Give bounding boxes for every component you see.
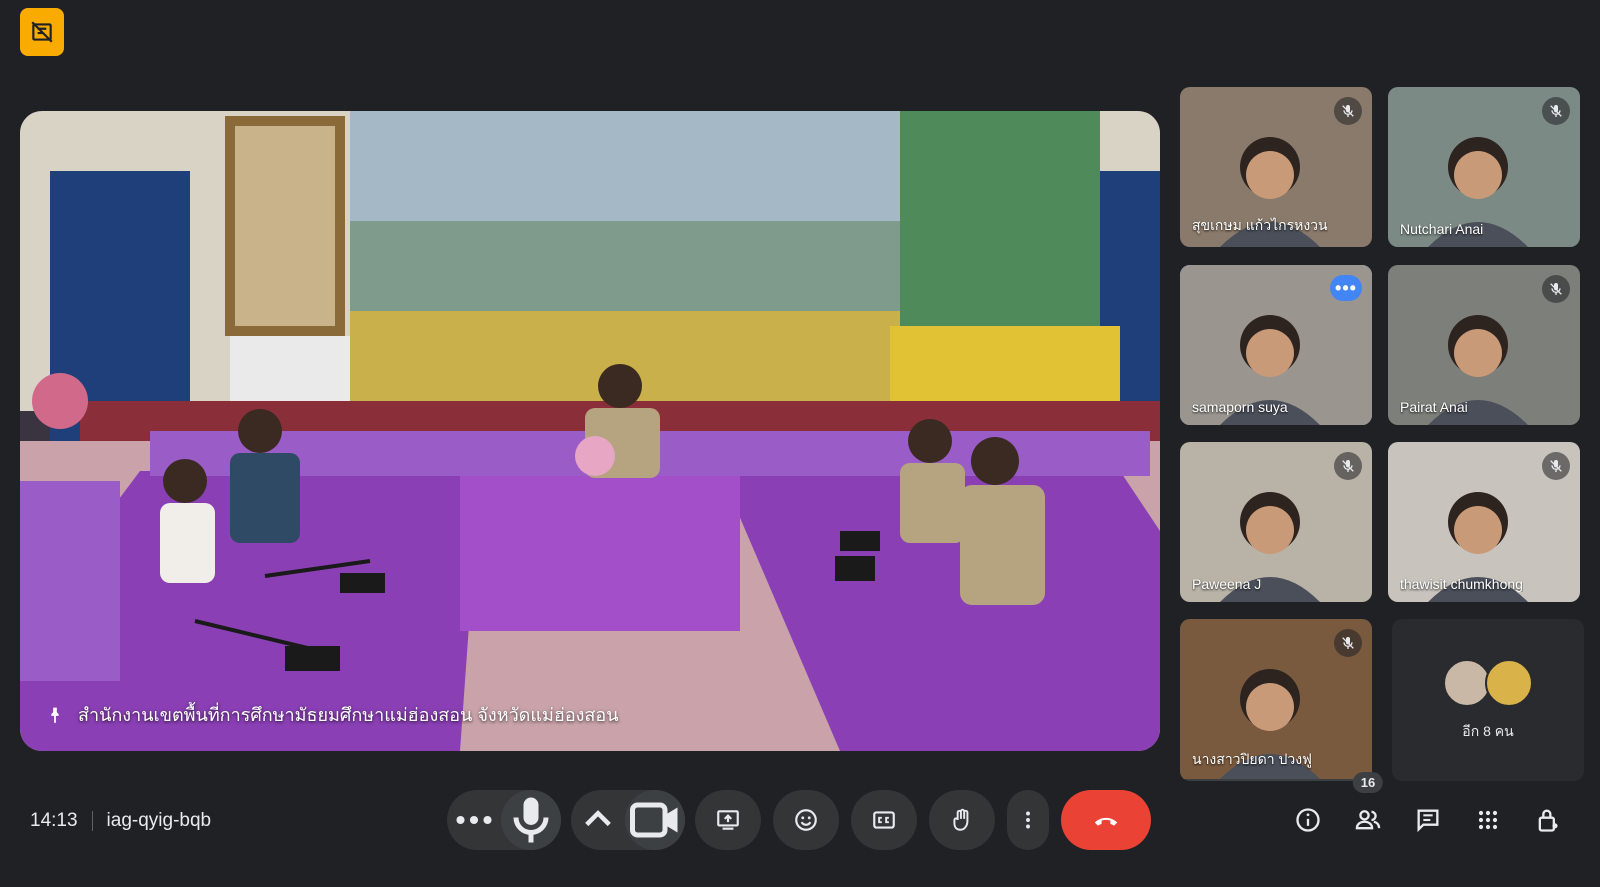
participant-name: สุขเกษม แก้วไกรหงวน [1192, 217, 1328, 233]
participant-tile[interactable]: thawisit chumkhong [1388, 442, 1580, 602]
participant-name: นางสาวปิยดา ปวงฟู [1192, 751, 1312, 767]
mic-off-indicator [1542, 275, 1570, 303]
participant-name: samaporn suya [1192, 399, 1288, 415]
people-count-badge: 16 [1352, 772, 1384, 793]
others-count-label: อีก 8 คน [1462, 723, 1514, 739]
mic-off-icon [1342, 637, 1354, 649]
others-tile[interactable]: อีก 8 คน [1392, 619, 1584, 781]
meet-window: สำนักงานเขตพื้นที่การศึกษามัธยมศึกษาแม่ฮ… [0, 0, 1600, 887]
camera-button[interactable] [625, 790, 685, 850]
mic-off-indicator [1334, 452, 1362, 480]
presenter-caption: สำนักงานเขตพื้นที่การศึกษามัธยมศึกษาแม่ฮ… [44, 700, 619, 729]
divider [91, 811, 93, 831]
side-panel-buttons: 16 [1278, 772, 1578, 850]
pin-icon [51, 707, 59, 723]
mic-off-indicator [1334, 97, 1362, 125]
apps-grid-icon [1478, 810, 1498, 830]
closed-captions-icon [873, 811, 895, 829]
presenter-tile[interactable]: สำนักงานเขตพื้นที่การศึกษามัธยมศึกษาแม่ฮ… [20, 111, 1160, 751]
host-controls-button[interactable] [1518, 790, 1578, 850]
mic-off-indicator [1542, 97, 1570, 125]
mic-off-icon [1550, 460, 1562, 472]
participant-name: Pairat Anai [1400, 399, 1468, 415]
activities-button[interactable] [1458, 790, 1518, 850]
mic-off-icon [1342, 460, 1354, 472]
emoji-icon [795, 809, 817, 831]
mic-off-icon [1550, 283, 1562, 295]
end-call-button[interactable] [1061, 790, 1151, 850]
participant-tile[interactable]: สุขเกษม แก้วไกรหงวน [1180, 87, 1372, 247]
meeting-time: 14:13 [30, 810, 78, 831]
audio-options-button[interactable] [447, 790, 501, 850]
presenter-name: สำนักงานเขตพื้นที่การศึกษามัธยมศึกษาแม่ฮ… [78, 705, 619, 725]
participant-tile[interactable]: นางสาวปิยดา ปวงฟู [1180, 619, 1372, 781]
video-controls [571, 790, 685, 850]
audio-controls [447, 790, 561, 850]
mic-off-indicator [1542, 452, 1570, 480]
chat-icon [1417, 809, 1439, 833]
videocam-icon [630, 802, 678, 838]
avatar [1485, 659, 1533, 707]
tile-options-button[interactable]: ••• [1330, 275, 1362, 301]
more-vertical-icon [1026, 811, 1030, 829]
mic-off-icon [1550, 105, 1562, 117]
call-end-icon [1094, 817, 1118, 826]
raise-hand-button[interactable] [929, 790, 995, 850]
reactions-button[interactable] [773, 790, 839, 850]
chat-button[interactable] [1398, 790, 1458, 850]
more-options-button[interactable] [1007, 790, 1049, 850]
video-options-button[interactable] [571, 790, 625, 850]
participant-name: Paweena J [1192, 576, 1262, 592]
participant-name: thawisit chumkhong [1400, 576, 1523, 592]
bottom-bar: 14:13 iag-qyig-bqb 16 [0, 772, 1600, 887]
presenter-video [20, 111, 1160, 751]
info-icon [1296, 808, 1320, 832]
present-screen-icon [717, 810, 739, 830]
participant-tile[interactable]: ••• samaporn suya [1180, 265, 1372, 425]
hand-icon [953, 808, 969, 831]
meeting-details-button[interactable] [1278, 790, 1338, 850]
more-horizontal-icon [456, 815, 492, 825]
mic-off-indicator [1334, 629, 1362, 657]
microphone-button[interactable] [501, 790, 561, 850]
call-controls [447, 790, 1151, 850]
mic-icon [513, 797, 549, 843]
present-button[interactable] [695, 790, 761, 850]
participant-tile[interactable]: Nutchari Anai [1388, 87, 1580, 247]
meeting-info: 14:13 iag-qyig-bqb [30, 810, 211, 832]
others-avatars [1443, 659, 1533, 707]
people-button[interactable]: 16 [1338, 772, 1398, 850]
captions-button[interactable] [851, 790, 917, 850]
recording-off-icon [31, 21, 53, 43]
chevron-up-icon [585, 810, 611, 827]
meeting-code[interactable]: iag-qyig-bqb [107, 810, 212, 832]
participant-name: Nutchari Anai [1400, 221, 1484, 237]
avatar [1443, 659, 1491, 707]
recording-status-badge[interactable] [20, 8, 64, 56]
participant-tile[interactable]: Paweena J [1180, 442, 1372, 602]
lock-person-icon [1538, 809, 1558, 832]
people-icon [1355, 810, 1381, 830]
participant-tile[interactable]: Pairat Anai [1388, 265, 1580, 425]
mic-off-icon [1342, 105, 1354, 117]
